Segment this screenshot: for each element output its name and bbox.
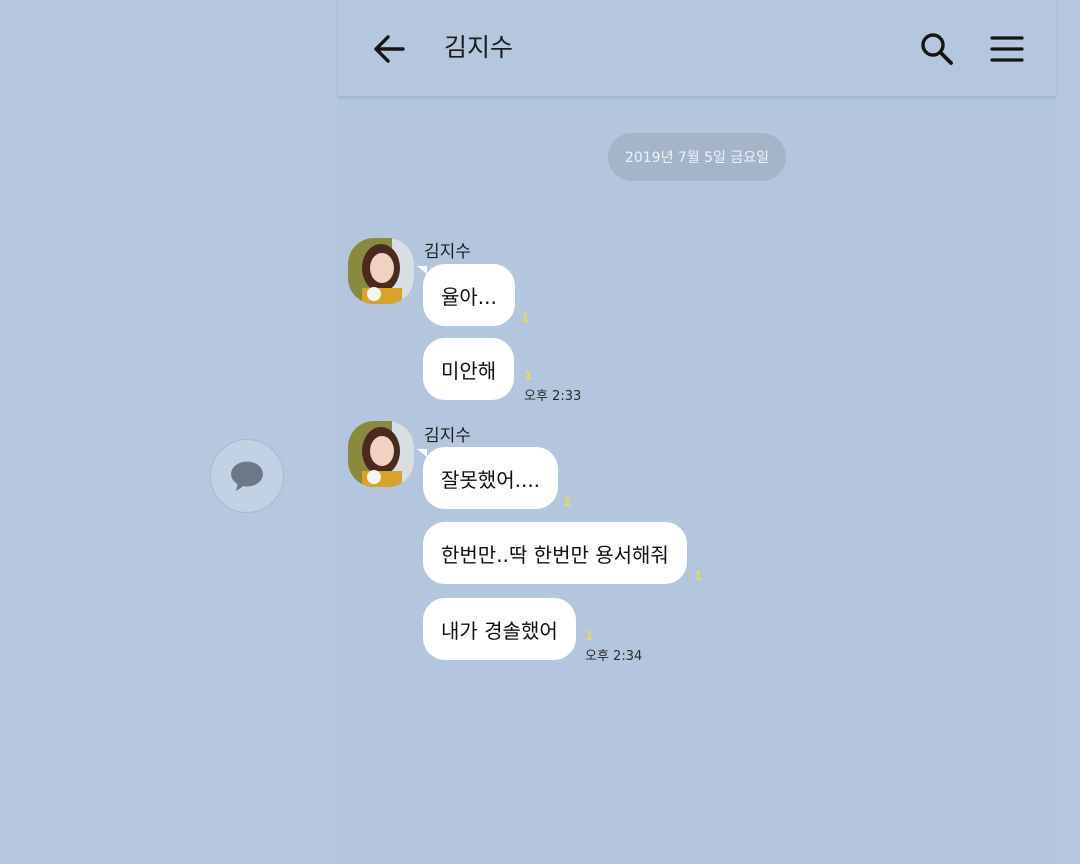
arrow-left-icon (374, 35, 405, 63)
chat-title: 김지수 (444, 33, 514, 62)
message-text: 율아... (441, 284, 497, 309)
avatar[interactable] (348, 421, 414, 487)
sender-name: 김지수 (424, 242, 471, 262)
message-text: 내가 경솔했어 (441, 618, 558, 643)
message-bubble[interactable]: 내가 경솔했어 (423, 598, 576, 660)
unread-count: 1 (585, 629, 594, 643)
back-button[interactable] (368, 28, 410, 70)
message-bubble[interactable]: 한번만..딱 한번만 용서해줘 (423, 522, 687, 584)
message-text: 미안해 (441, 358, 497, 383)
search-icon (921, 33, 953, 65)
floating-chat-button[interactable] (210, 439, 284, 513)
message-bubble[interactable]: 잘못했어.... (416, 447, 559, 509)
hamburger-menu-icon (990, 36, 1024, 62)
sender-name: 김지수 (424, 426, 471, 446)
message-bubble[interactable]: 율아... (417, 264, 515, 326)
message-timestamp: 오후 2:33 (524, 389, 582, 404)
avatar[interactable] (348, 238, 414, 304)
menu-button[interactable] (986, 28, 1028, 70)
screen: 김지수 2019년 7월 5일 금요일 김지수 율아... 1 미안해 1 오후… (0, 0, 1080, 864)
unread-count: 1 (563, 495, 572, 509)
message-timestamp: 오후 2:34 (585, 649, 643, 664)
unread-count: 1 (694, 569, 703, 583)
message-text: 잘못했어.... (441, 467, 541, 492)
profile-photo-icon (348, 421, 414, 487)
unread-count: 1 (521, 311, 530, 325)
search-button[interactable] (916, 28, 958, 70)
top-app-bar: 김지수 (338, 0, 1056, 96)
message-bubble[interactable]: 미안해 (423, 338, 515, 400)
date-divider: 2019년 7월 5일 금요일 (608, 133, 786, 181)
message-text: 한번만..딱 한번만 용서해줘 (441, 542, 669, 567)
profile-photo-icon (348, 238, 414, 304)
chat-screen: 김지수 2019년 7월 5일 금요일 김지수 율아... 1 미안해 1 오후… (338, 0, 1056, 864)
chat-bubble-icon (231, 461, 263, 491)
unread-count: 1 (524, 369, 533, 383)
